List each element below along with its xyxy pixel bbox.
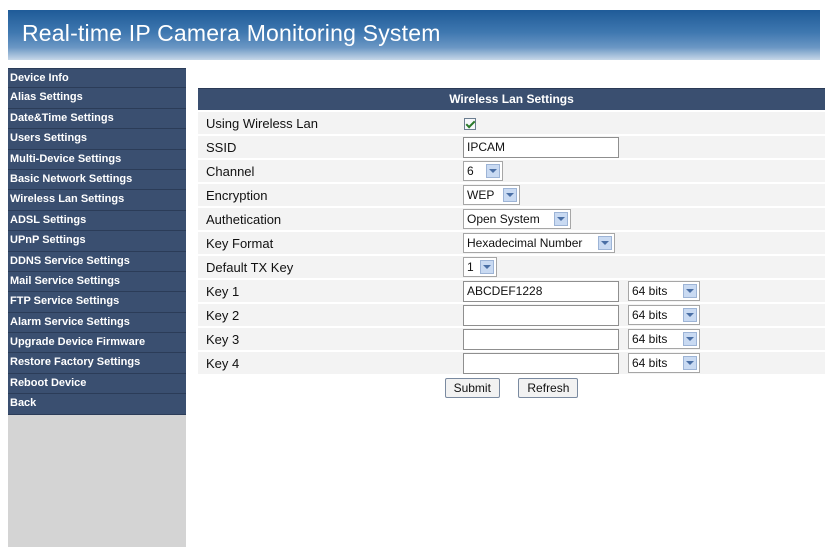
chevron-down-icon <box>598 236 612 250</box>
sidebar-item-ftp-service-settings[interactable]: FTP Service Settings <box>8 292 186 313</box>
key-2-bits-select[interactable]: 64 bits <box>628 305 700 325</box>
sidebar-item-users-settings[interactable]: Users Settings <box>8 129 186 150</box>
ssid-label: SSID <box>198 136 459 158</box>
key-2-bits-value: 64 bits <box>632 308 668 322</box>
chevron-down-icon <box>683 284 697 298</box>
row-key-1: Key 1 ABCDEF1228 64 bits <box>198 280 825 302</box>
sidebar-item-upgrade-device-firmware[interactable]: Upgrade Device Firmware <box>8 333 186 354</box>
sidebar-item-basic-network-settings[interactable]: Basic Network Settings <box>8 169 186 191</box>
row-channel: Channel 6 <box>198 160 825 182</box>
channel-select[interactable]: 6 <box>463 161 503 181</box>
default-tx-key-label: Default TX Key <box>198 256 459 278</box>
chevron-down-icon <box>683 308 697 322</box>
sidebar-item-alias-settings[interactable]: Alias Settings <box>8 88 186 109</box>
chevron-down-icon <box>503 188 517 202</box>
key-1-bits-select[interactable]: 64 bits <box>628 281 700 301</box>
sidebar-item-wireless-lan-settings[interactable]: Wireless Lan Settings <box>8 190 186 211</box>
key-format-select-value: Hexadecimal Number <box>467 236 583 250</box>
channel-select-value: 6 <box>467 164 474 178</box>
default-tx-key-select-value: 1 <box>467 260 474 274</box>
chevron-down-icon <box>486 164 500 178</box>
using-wireless-label: Using Wireless Lan <box>198 112 459 134</box>
row-authentication: Authetication Open System <box>198 208 825 230</box>
using-wireless-checkbox[interactable] <box>464 118 476 131</box>
chevron-down-icon <box>554 212 568 226</box>
key-format-label: Key Format <box>198 232 459 254</box>
default-tx-key-select[interactable]: 1 <box>463 257 497 277</box>
encryption-select[interactable]: WEP <box>463 185 520 205</box>
sidebar-item-datetime-settings[interactable]: Date&Time Settings <box>8 108 186 130</box>
chevron-down-icon <box>480 260 494 274</box>
submit-button[interactable]: Submit <box>444 378 500 398</box>
sidebar-item-ddns-service-settings[interactable]: DDNS Service Settings <box>8 251 186 272</box>
key-4-label: Key 4 <box>198 352 459 374</box>
row-using-wireless: Using Wireless Lan <box>198 112 825 134</box>
row-encryption: Encryption WEP <box>198 184 825 206</box>
channel-label: Channel <box>198 160 459 182</box>
refresh-button[interactable]: Refresh <box>518 378 579 398</box>
key-4-bits-value: 64 bits <box>632 356 668 370</box>
encryption-label: Encryption <box>198 184 459 206</box>
sidebar-item-reboot-device[interactable]: Reboot Device <box>8 373 186 395</box>
sidebar-item-upnp-settings[interactable]: UPnP Settings <box>8 231 186 252</box>
key-3-bits-value: 64 bits <box>632 332 668 346</box>
sidebar-item-multi-device-settings[interactable]: Multi-Device Settings <box>8 149 186 170</box>
key-4-bits-select[interactable]: 64 bits <box>628 353 700 373</box>
chevron-down-icon <box>683 356 697 370</box>
authentication-select[interactable]: Open System <box>463 209 571 229</box>
sidebar-item-mail-service-settings[interactable]: Mail Service Settings <box>8 271 186 293</box>
row-key-4: Key 4 64 bits <box>198 352 825 374</box>
button-row: Submit Refresh <box>198 378 825 402</box>
authentication-select-value: Open System <box>467 212 540 226</box>
sidebar-item-alarm-service-settings[interactable]: Alarm Service Settings <box>8 312 186 334</box>
settings-table: Using Wireless Lan SSID IPCAM Channel 6 … <box>198 110 825 376</box>
header-banner: Real-time IP Camera Monitoring System <box>8 10 820 60</box>
ssid-input[interactable]: IPCAM <box>463 136 619 158</box>
key-2-label: Key 2 <box>198 304 459 326</box>
row-key-2: Key 2 64 bits <box>198 304 825 326</box>
chevron-down-icon <box>683 332 697 346</box>
sidebar-item-adsl-settings[interactable]: ADSL Settings <box>8 210 186 232</box>
row-key-3: Key 3 64 bits <box>198 328 825 350</box>
key-4-input[interactable] <box>463 352 619 374</box>
sidebar-item-restore-factory-settings[interactable]: Restore Factory Settings <box>8 353 186 374</box>
key-1-label: Key 1 <box>198 280 459 302</box>
key-3-label: Key 3 <box>198 328 459 350</box>
encryption-select-value: WEP <box>467 188 495 202</box>
authentication-label: Authetication <box>198 208 459 230</box>
row-ssid: SSID IPCAM <box>198 136 825 158</box>
row-default-tx-key: Default TX Key 1 <box>198 256 825 278</box>
sidebar-item-back[interactable]: Back <box>8 394 186 415</box>
key-3-input[interactable] <box>463 328 619 350</box>
key-1-bits-value: 64 bits <box>632 284 668 298</box>
app-title: Real-time IP Camera Monitoring System <box>22 20 441 46</box>
settings-panel: Wireless Lan Settings Using Wireless Lan… <box>198 88 825 402</box>
row-key-format: Key Format Hexadecimal Number <box>198 232 825 254</box>
key-1-input[interactable]: ABCDEF1228 <box>463 280 619 302</box>
panel-title: Wireless Lan Settings <box>198 88 825 110</box>
key-2-input[interactable] <box>463 304 619 326</box>
key-3-bits-select[interactable]: 64 bits <box>628 329 700 349</box>
key-format-select[interactable]: Hexadecimal Number <box>463 233 615 253</box>
sidebar: Device Info Alias Settings Date&Time Set… <box>8 68 186 547</box>
sidebar-item-device-info[interactable]: Device Info <box>8 68 186 89</box>
